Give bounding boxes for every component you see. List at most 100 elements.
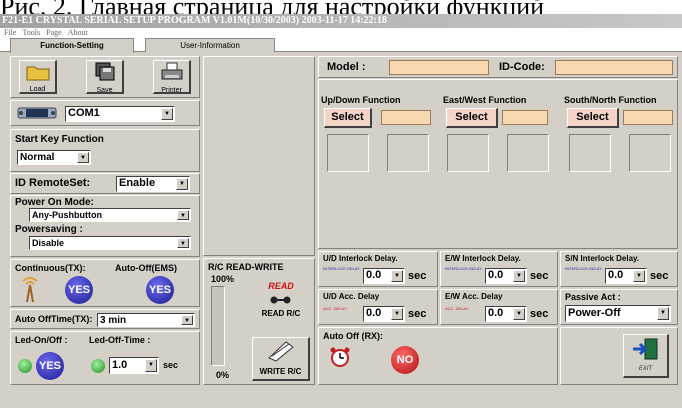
chevron-down-icon: ▼ [176, 178, 188, 190]
model-field[interactable] [389, 60, 489, 75]
led-off-time-select[interactable]: 1.0 ▼ [109, 357, 159, 374]
port-panel: COM1 ▼ [10, 100, 200, 126]
auto-off-time-select[interactable]: 3 min ▼ [97, 313, 195, 327]
led-off-time-unit: sec [163, 360, 179, 370]
start-key-label: Start Key Function [15, 134, 104, 145]
interlock-delay-icon: INTERLOCK DELAY [445, 266, 482, 271]
ud-interlock-panel: U/D Interlock Delay. INTERLOCK DELAY 0.0… [318, 251, 438, 287]
acc-delay-icon: ACC. DELAY [445, 306, 469, 311]
chevron-down-icon: ▼ [77, 152, 89, 163]
auto-off-rx-no-button[interactable]: NO [391, 346, 419, 374]
chevron-down-icon: ▼ [181, 315, 193, 325]
ud-interlock-label: U/D Interlock Delay. [323, 254, 398, 263]
power-on-label: Power On Mode: [15, 197, 94, 208]
id-remote-value: Enable [119, 177, 156, 189]
power-on-select[interactable]: Any-Pushbutton ▼ [29, 208, 191, 222]
chevron-down-icon: ▼ [391, 270, 403, 282]
auto-off-rx-panel: Auto Off (RX): NO [318, 327, 558, 385]
read-rc-button[interactable]: READ READ R/C [252, 275, 310, 325]
east-west-function-label: East/West Function [443, 95, 527, 105]
exit-button[interactable]: EXIT [623, 334, 669, 378]
menu-tools[interactable]: Tools [22, 28, 40, 37]
ud-acc-unit: sec [408, 308, 427, 320]
start-key-value: Normal [20, 152, 55, 163]
led-on-off-label: Led-On/Off : [15, 335, 68, 345]
save-label: Save [96, 87, 113, 94]
chevron-down-icon: ▼ [391, 308, 403, 320]
ew-acc-value: 0.0 [488, 307, 504, 319]
ew-acc-select[interactable]: 0.0 ▼ [485, 306, 527, 322]
id-code-field[interactable] [555, 60, 673, 75]
ew-acc-label: E/W Acc. Delay [445, 292, 503, 301]
id-remote-select[interactable]: Enable ▼ [116, 176, 190, 192]
load-label: Load [29, 86, 46, 93]
south-north-function-label: South/North Function [564, 95, 657, 105]
rc-read-write-panel: R/C READ-WRITE 100% 0% READ READ R/C WRI… [203, 258, 315, 385]
progress-bar [211, 286, 225, 366]
ew-interlock-select[interactable]: 0.0 ▼ [485, 268, 527, 284]
ud-interlock-select[interactable]: 0.0 ▼ [363, 268, 405, 284]
auto-off-ems-yes-button[interactable]: YES [146, 276, 174, 304]
com-port-select[interactable]: COM1 ▼ [65, 106, 175, 122]
printer-button[interactable]: Printer [153, 60, 191, 94]
main-area: Load Save Printer COM1 ▼ Start Key Functi… [0, 52, 682, 408]
ud-acc-select[interactable]: 0.0 ▼ [363, 306, 405, 322]
passive-act-label: Passive Act : [565, 292, 621, 302]
led-yes-button[interactable]: YES [36, 352, 64, 380]
south-north-select-button[interactable]: Select [567, 108, 619, 128]
ew-interlock-label: E/W Interlock Delay. [445, 254, 521, 263]
east-west-select-button[interactable]: Select [446, 108, 498, 128]
start-key-select[interactable]: Normal ▼ [17, 150, 91, 165]
com-port-value: COM1 [68, 107, 100, 119]
chevron-down-icon: ▼ [657, 307, 669, 320]
exit-label: EXIT [638, 366, 653, 372]
model-label: Model : [327, 61, 366, 73]
printer-icon [161, 62, 182, 80]
sn-interlock-select[interactable]: 0.0 ▼ [605, 268, 647, 284]
save-button[interactable]: Save [86, 60, 124, 94]
ew-acc-unit: sec [530, 308, 549, 320]
powersaving-select[interactable]: Disable ▼ [29, 236, 191, 250]
menu-about[interactable]: About [68, 28, 88, 37]
ew-acc-panel: E/W Acc. Delay ACC. DELAY 0.0 ▼ sec [440, 289, 558, 325]
document-heading: Рис. 2. Главная страница для настройки ф… [0, 0, 682, 14]
write-rc-button[interactable]: WRITE R/C [252, 337, 310, 381]
ew-interlock-panel: E/W Interlock Delay. INTERLOCK DELAY 0.0… [440, 251, 558, 287]
south-north-value-field[interactable] [623, 110, 673, 125]
up-down-slot-2 [387, 134, 429, 172]
blank-panel [203, 56, 315, 256]
up-down-slot-1 [327, 134, 369, 172]
window-title: F21-E1 CRYSTAL SERIAL SETUP PROGRAM V1.0… [0, 14, 682, 28]
read-icon: READ [268, 281, 294, 291]
auto-off-time-value: 3 min [100, 315, 127, 326]
exit-panel: EXIT [560, 327, 678, 385]
tab-strip: Function-Setting User-Information [0, 38, 682, 53]
up-down-value-field[interactable] [381, 110, 431, 125]
tx-panel: Continuous(TX): YES Auto-Off(EMS) YES [10, 259, 200, 307]
id-remote-panel: ID RemoteSet: Enable ▼ [10, 173, 200, 194]
continuous-yes-button[interactable]: YES [65, 276, 93, 304]
function-panel: Up/Down Function Select East/West Functi… [318, 79, 678, 249]
powersaving-value: Disable [32, 238, 65, 248]
tab-user-information[interactable]: User-Information [145, 38, 275, 52]
up-down-select-button[interactable]: Select [324, 108, 372, 128]
rc-read-write-label: R/C READ-WRITE [208, 262, 284, 272]
passive-act-select[interactable]: Power-Off ▼ [565, 305, 671, 322]
led-indicator-icon [91, 359, 105, 373]
sn-interlock-value: 0.0 [608, 269, 624, 281]
id-remote-label: ID RemoteSet: [15, 177, 91, 189]
menu-page[interactable]: Page [46, 28, 62, 37]
pencil-icon [267, 341, 294, 362]
menu-file[interactable]: File [4, 28, 16, 37]
power-on-value: Any-Pushbutton [32, 210, 102, 220]
ud-interlock-value: 0.0 [366, 269, 382, 281]
id-code-label: ID-Code: [499, 61, 545, 73]
load-button[interactable]: Load [19, 60, 57, 94]
auto-off-ems-label: Auto-Off(EMS) [115, 263, 177, 273]
led-panel: Led-On/Off : YES Led-Off-Time : 1.0 ▼ sec [10, 331, 200, 385]
printer-label: Printer [161, 87, 182, 94]
tab-function-setting[interactable]: Function-Setting [10, 38, 134, 53]
east-west-value-field[interactable] [502, 110, 548, 125]
passive-act-value: Power-Off [568, 307, 621, 319]
glasses-icon [270, 296, 291, 304]
